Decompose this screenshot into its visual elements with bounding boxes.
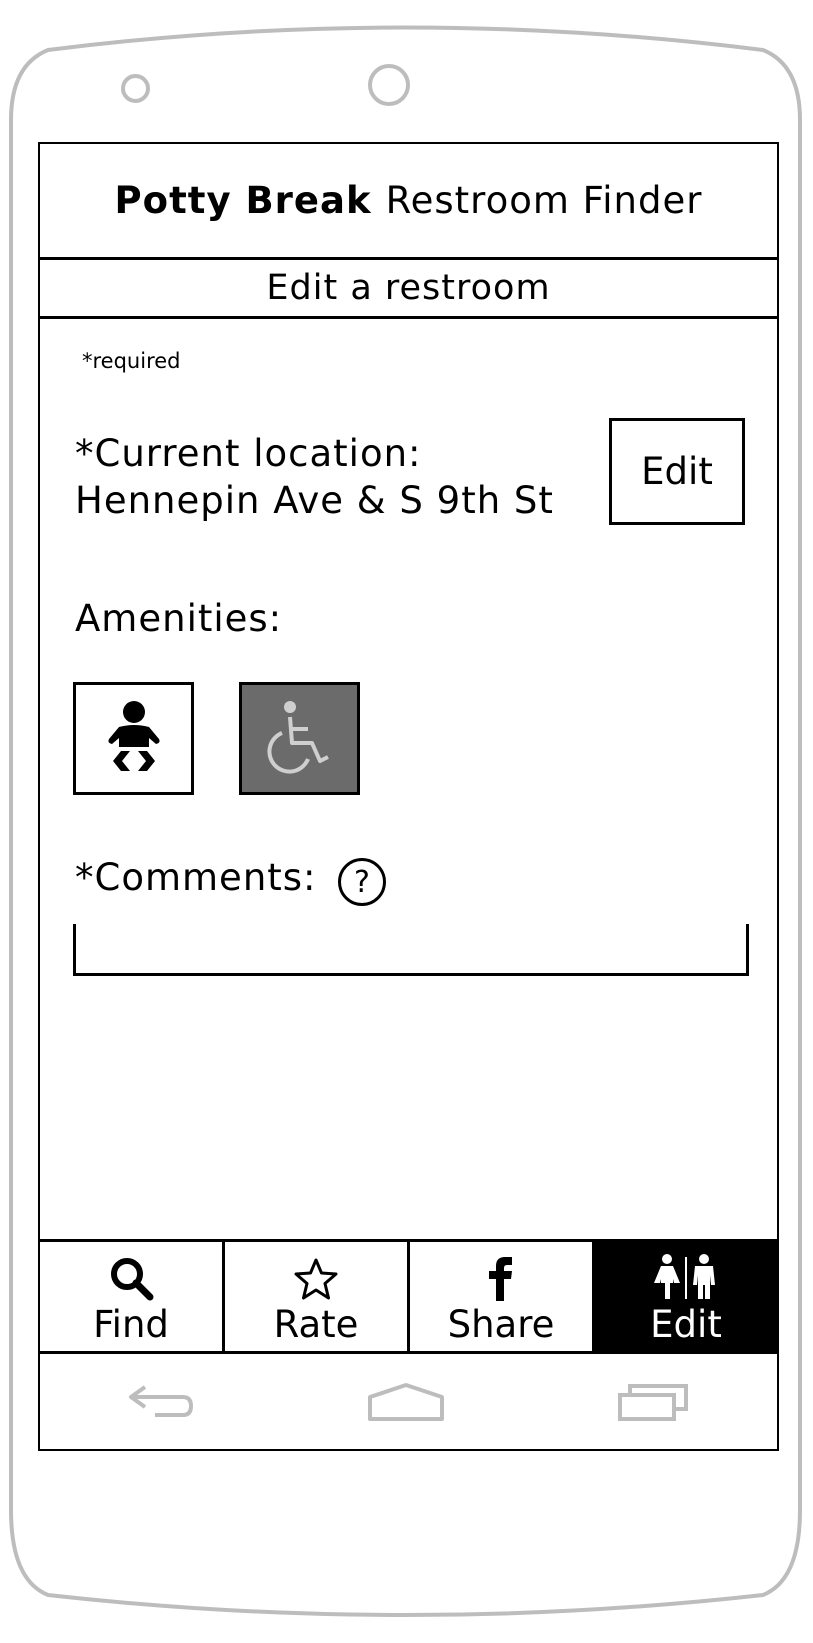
tab-rate[interactable]: Rate bbox=[225, 1242, 410, 1352]
tab-find-label: Find bbox=[93, 1303, 169, 1346]
help-icon[interactable]: ? bbox=[338, 858, 386, 906]
tab-rate-label: Rate bbox=[273, 1303, 359, 1346]
wheelchair-access-toggle[interactable] bbox=[239, 682, 360, 795]
facebook-icon bbox=[489, 1257, 512, 1301]
baby-changing-icon bbox=[107, 700, 160, 771]
app-brand: Potty Break bbox=[114, 179, 372, 222]
comments-label: *Comments: bbox=[75, 856, 317, 899]
location-label: *Current location: bbox=[75, 432, 422, 475]
search-icon bbox=[111, 1258, 154, 1301]
home-icon[interactable] bbox=[366, 1381, 446, 1423]
sensor-dot bbox=[121, 74, 150, 103]
front-camera bbox=[368, 64, 410, 106]
restroom-icon bbox=[654, 1254, 715, 1299]
system-nav-bar bbox=[40, 1351, 777, 1449]
recents-icon[interactable] bbox=[616, 1381, 692, 1423]
app-title: Potty Break Restroom Finder bbox=[40, 144, 777, 260]
comments-input[interactable] bbox=[73, 924, 749, 976]
page-title: Edit a restroom bbox=[40, 260, 777, 319]
tab-find[interactable]: Find bbox=[40, 1242, 225, 1352]
baby-changing-toggle[interactable] bbox=[73, 682, 194, 795]
location-value: Hennepin Ave & S 9th St bbox=[75, 479, 554, 522]
wheelchair-icon bbox=[266, 700, 329, 774]
amenities-label: Amenities: bbox=[75, 597, 283, 640]
back-icon[interactable] bbox=[125, 1381, 197, 1423]
star-icon bbox=[294, 1258, 338, 1300]
app-title-rest: Restroom Finder bbox=[385, 179, 703, 222]
required-note: *required bbox=[82, 349, 181, 373]
bottom-tab-bar: Find Rate Share Edit bbox=[40, 1239, 777, 1352]
edit-location-button[interactable]: Edit bbox=[609, 418, 745, 525]
tab-share-label: Share bbox=[447, 1303, 555, 1346]
tab-edit-label: Edit bbox=[650, 1303, 722, 1346]
tab-edit[interactable]: Edit bbox=[595, 1242, 777, 1352]
tab-share[interactable]: Share bbox=[410, 1242, 595, 1352]
app-screen: Potty Break Restroom Finder Edit a restr… bbox=[38, 142, 779, 1451]
